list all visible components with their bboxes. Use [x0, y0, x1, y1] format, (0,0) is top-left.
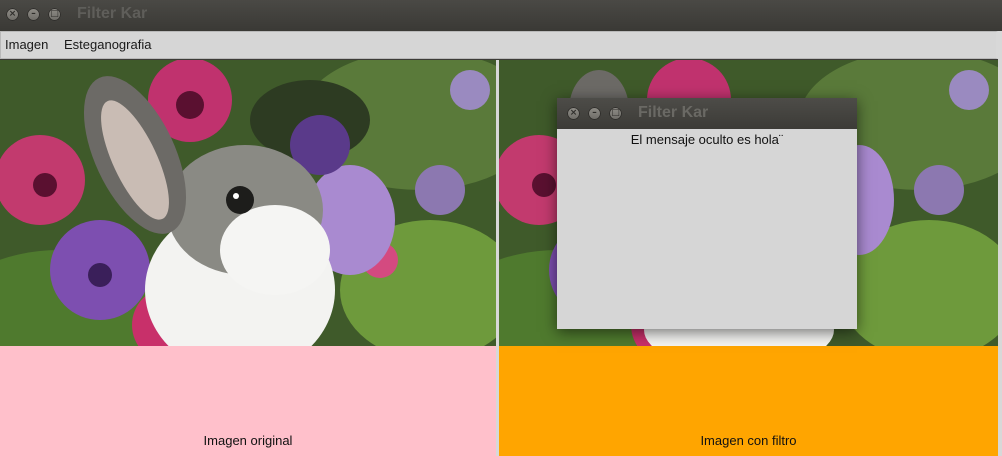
dialog-message: El mensaje oculto es hola¨: [630, 132, 784, 147]
original-image-panel: Imagen original: [0, 60, 496, 456]
original-image-caption: Imagen original: [203, 433, 293, 448]
dialog-maximize-icon[interactable]: □: [609, 107, 622, 120]
menu-bar: Imagen Esteganografia: [0, 31, 998, 59]
dialog-close-icon[interactable]: ×: [567, 107, 580, 120]
dialog-title: Filter Kar: [638, 104, 709, 121]
original-image: [0, 60, 496, 346]
window-right-border: [998, 31, 1002, 456]
menu-imagen[interactable]: Imagen: [5, 37, 48, 52]
dialog-titlebar[interactable]: × – □ Filter Kar: [557, 98, 857, 129]
minimize-icon[interactable]: –: [27, 8, 40, 21]
message-dialog[interactable]: × – □ Filter Kar El mensaje oculto es ho…: [557, 98, 857, 329]
menu-esteganografia[interactable]: Esteganografia: [64, 37, 151, 52]
window-titlebar[interactable]: × – □ Filter Kar: [0, 0, 1002, 31]
filtered-image-caption: Imagen con filtro: [700, 433, 797, 448]
window-title: Filter Kar: [77, 5, 148, 22]
close-icon[interactable]: ×: [6, 8, 19, 21]
dialog-minimize-icon[interactable]: –: [588, 107, 601, 120]
maximize-icon[interactable]: □: [48, 8, 61, 21]
